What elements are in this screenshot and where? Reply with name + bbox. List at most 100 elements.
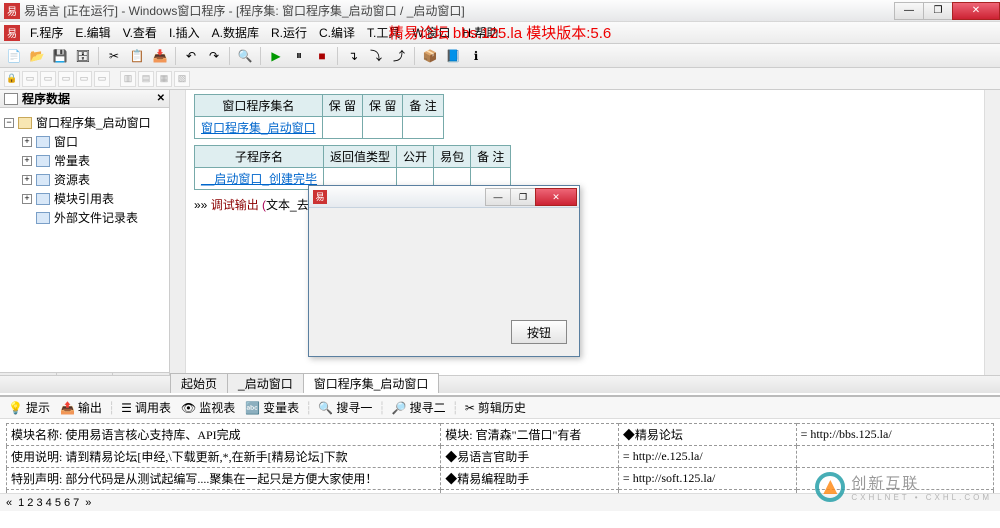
- folder-icon: [36, 174, 50, 186]
- tree-item-window[interactable]: +窗口: [22, 133, 165, 150]
- tab-startup-window[interactable]: _启动窗口: [227, 373, 304, 393]
- menu-program[interactable]: F.程序: [24, 22, 69, 43]
- left-panel: 程序数据 ✕ − 窗口程序集_启动窗口 +窗口 +常量表 +资源表 +模块引用表…: [0, 90, 170, 393]
- paste-icon[interactable]: 📥: [150, 46, 170, 66]
- stepout-icon[interactable]: ⤴: [389, 46, 409, 66]
- menu-database[interactable]: A.数据库: [206, 22, 265, 43]
- close-button[interactable]: ✕: [952, 2, 1000, 20]
- folder-icon: [36, 193, 50, 205]
- page-numbers[interactable]: 1 2 3 4 5 6 7: [18, 497, 79, 509]
- tree-root-label: 窗口程序集_启动窗口: [36, 114, 151, 131]
- tree-item-const[interactable]: +常量表: [22, 152, 165, 169]
- tree-root[interactable]: − 窗口程序集_启动窗口: [4, 114, 165, 131]
- redo-icon[interactable]: ↷: [204, 46, 224, 66]
- menu-tools[interactable]: T.工具: [361, 22, 406, 43]
- lock-icon: 🔒: [4, 71, 20, 87]
- menubar: 易 F.程序 E.编辑 V.查看 I.插入 A.数据库 R.运行 C.编译 T.…: [0, 22, 1000, 44]
- folder-icon: [18, 117, 32, 129]
- assembly-table: 窗口程序集名保 留保 留备 注 窗口程序集_启动窗口: [194, 94, 444, 139]
- cut-icon[interactable]: ✂: [104, 46, 124, 66]
- btn-search1[interactable]: 🔍 搜寻一: [314, 397, 376, 418]
- open-icon[interactable]: 📂: [27, 46, 47, 66]
- menu-view[interactable]: V.查看: [117, 22, 163, 43]
- menu-window[interactable]: W.窗口: [406, 22, 456, 43]
- undo-icon[interactable]: ↶: [181, 46, 201, 66]
- menu-compile[interactable]: C.编译: [313, 22, 361, 43]
- output-toolbar: 💡提示 📤输出 ┆ ☰ 调用表 👁 监视表 🔤 变量表 ┆ 🔍 搜寻一 ┆ 🔎 …: [0, 397, 1000, 419]
- run-icon[interactable]: ▶: [266, 46, 286, 66]
- program-tree[interactable]: − 窗口程序集_启动窗口 +窗口 +常量表 +资源表 +模块引用表 外部文件记录…: [0, 108, 169, 393]
- expand-icon[interactable]: +: [22, 156, 32, 166]
- menu-insert[interactable]: I.插入: [163, 22, 206, 43]
- child-window[interactable]: 易 — ❐ ✕ 按钮: [308, 185, 580, 357]
- child-titlebar[interactable]: 易 — ❐ ✕: [309, 186, 579, 208]
- tree-item-resource[interactable]: +资源表: [22, 171, 165, 188]
- tab-assembly[interactable]: 窗口程序集_启动窗口: [303, 373, 440, 393]
- subroutine-link[interactable]: __启动窗口_创建完毕: [195, 168, 324, 190]
- btn-cliphist[interactable]: ✂ 剪辑历史: [461, 397, 530, 418]
- page-next[interactable]: »: [85, 497, 91, 509]
- folder-icon: [36, 155, 50, 167]
- tree-item-extern[interactable]: 外部文件记录表: [22, 209, 165, 226]
- toolbar-secondary: 🔒 ▭ ▭ ▭ ▭ ▭ ▥ ▤ ▦ ▧: [0, 68, 1000, 90]
- tab-start[interactable]: 起始页: [170, 373, 228, 393]
- btn-vartable[interactable]: 🔤 变量表: [241, 397, 303, 418]
- compile-icon[interactable]: 📦: [420, 46, 440, 66]
- panel-close-icon[interactable]: ✕: [157, 93, 165, 104]
- window-buttons: — ❐ ✕: [895, 2, 1000, 20]
- left-panel-title: 程序数据 ✕: [0, 90, 169, 108]
- watermark-sub: CXHLNET • CXHL.COM: [851, 493, 992, 502]
- window-title: 易语言 [正在运行] - Windows窗口程序 - [程序集: 窗口程序集_启…: [24, 2, 465, 19]
- align2-icon: ▭: [40, 71, 56, 87]
- menu-icon: 易: [4, 25, 20, 41]
- code-editor[interactable]: 窗口程序集名保 留保 留备 注 窗口程序集_启动窗口 子程序名返回值类型公开易包…: [170, 90, 1000, 393]
- toolbar-main: 📄 📂 💾 🗄 ✂ 📋 📥 ↶ ↷ 🔍 ▶ ⏸ ■ ↴ ⤵ ⤴ 📦 📘 ℹ: [0, 44, 1000, 68]
- saveall-icon[interactable]: 🗄: [73, 46, 93, 66]
- maximize-button[interactable]: ❐: [923, 2, 953, 20]
- assembly-link[interactable]: 窗口程序集_启动窗口: [195, 117, 323, 139]
- group4-icon: ▧: [174, 71, 190, 87]
- titlebar: 易 易语言 [正在运行] - Windows窗口程序 - [程序集: 窗口程序集…: [0, 0, 1000, 22]
- btn-watch[interactable]: 👁 监视表: [177, 397, 239, 418]
- align5-icon: ▭: [94, 71, 110, 87]
- btn-calltable[interactable]: ☰ 调用表: [117, 397, 175, 418]
- btn-output[interactable]: 📤输出: [56, 397, 106, 418]
- copy-icon[interactable]: 📋: [127, 46, 147, 66]
- menu-edit[interactable]: E.编辑: [69, 22, 116, 43]
- expand-icon[interactable]: +: [22, 175, 32, 185]
- sheet-icon: [4, 93, 18, 105]
- find-icon[interactable]: 🔍: [235, 46, 255, 66]
- expand-icon[interactable]: +: [22, 137, 32, 147]
- child-close-button[interactable]: ✕: [535, 188, 577, 206]
- collapse-icon[interactable]: −: [4, 118, 14, 128]
- tree-item-module[interactable]: +模块引用表: [22, 190, 165, 207]
- btn-search2[interactable]: 🔎 搜寻二: [388, 397, 450, 418]
- stepover-icon[interactable]: ⤵: [366, 46, 386, 66]
- minimize-button[interactable]: —: [894, 2, 924, 20]
- file-icon: [36, 212, 50, 224]
- menu-help[interactable]: H.帮助: [456, 22, 504, 43]
- group1-icon: ▥: [120, 71, 136, 87]
- child-maximize-button[interactable]: ❐: [510, 188, 536, 206]
- align4-icon: ▭: [76, 71, 92, 87]
- menu-run[interactable]: R.运行: [265, 22, 313, 43]
- book-icon[interactable]: 📘: [443, 46, 463, 66]
- app-icon: 易: [4, 3, 20, 19]
- folder-icon: [36, 136, 50, 148]
- save-icon[interactable]: 💾: [50, 46, 70, 66]
- table-row: 使用说明: 请到精易论坛[申经,\下载更新,*,在新手[精易论坛]下款◆易语言官…: [7, 446, 994, 468]
- stop-icon[interactable]: ■: [312, 46, 332, 66]
- table-row: 模块名称: 使用易语言核心支持库、API完成模块: 官清森"二借口"有者◆精易论…: [7, 424, 994, 446]
- editor-vscrollbar[interactable]: [984, 90, 1000, 377]
- child-minimize-button[interactable]: —: [485, 188, 511, 206]
- expand-icon[interactable]: +: [22, 194, 32, 204]
- btn-hint[interactable]: 💡提示: [4, 397, 54, 418]
- demo-button[interactable]: 按钮: [511, 320, 567, 344]
- watermark-logo-icon: [815, 472, 845, 502]
- help-icon[interactable]: ℹ: [466, 46, 486, 66]
- new-icon[interactable]: 📄: [4, 46, 24, 66]
- pause-icon[interactable]: ⏸: [289, 46, 309, 66]
- stepinto-icon[interactable]: ↴: [343, 46, 363, 66]
- page-prev[interactable]: «: [6, 497, 12, 509]
- editor-tabs: 起始页 _启动窗口 窗口程序集_启动窗口: [0, 375, 1000, 393]
